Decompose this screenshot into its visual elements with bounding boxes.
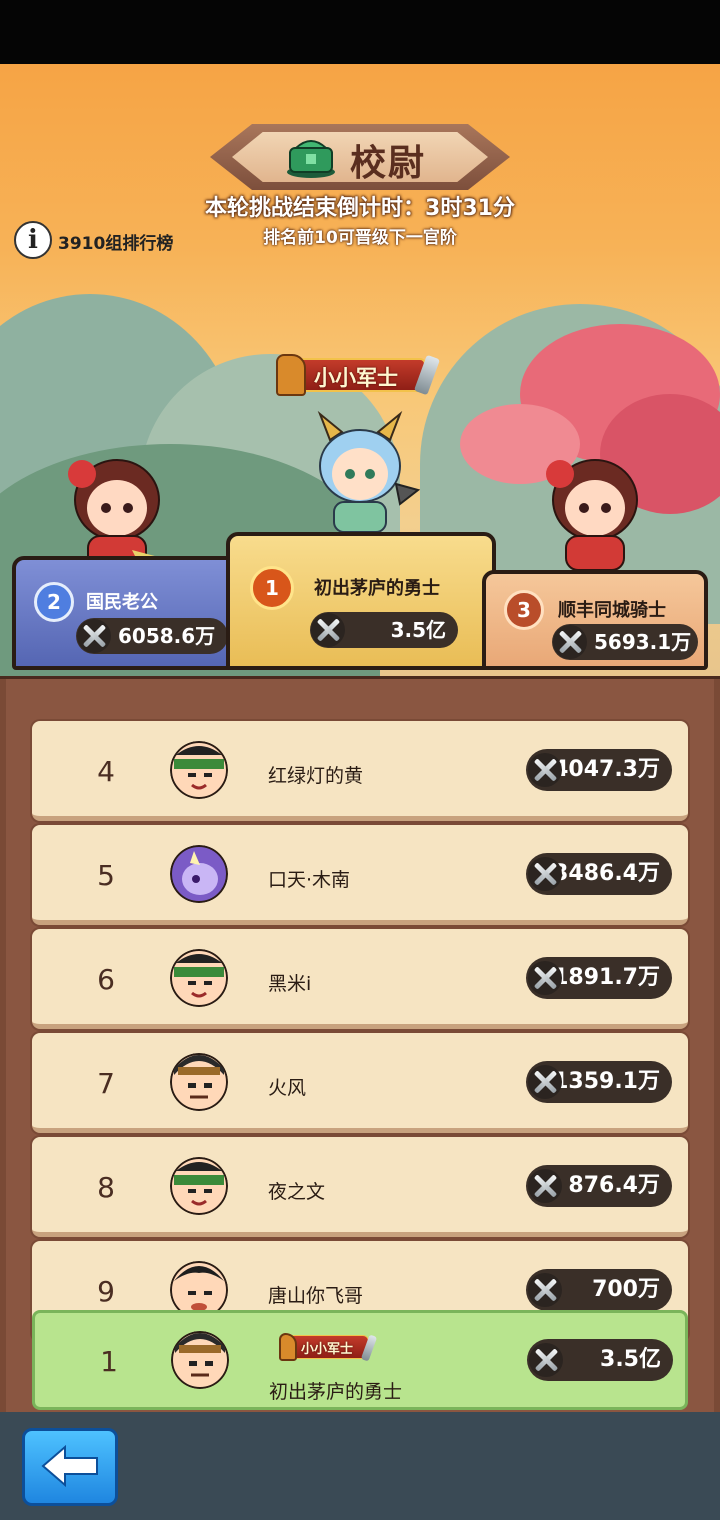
third-place-power: 5693.1万 bbox=[594, 630, 692, 654]
first-place-podium[interactable]: 1 初出茅庐的勇士 3.5亿 bbox=[226, 532, 496, 670]
row-power-pill: 876.4万 bbox=[526, 1165, 672, 1207]
second-place-podium[interactable]: 2 国民老公 6058.6万 bbox=[12, 556, 240, 670]
third-place-podium[interactable]: 3 顺丰同城骑士 5693.1万 bbox=[482, 570, 708, 670]
row-power: 700万 bbox=[592, 1277, 660, 1302]
crossed-swords-icon bbox=[528, 753, 562, 787]
crossed-swords-icon bbox=[77, 619, 111, 653]
ranking-row[interactable]: 4 红绿灯的黄 4047.3万 bbox=[32, 721, 688, 821]
ranking-row[interactable]: 7 火风 1359.1万 bbox=[32, 1033, 688, 1133]
row-player-name: 口天·木南 bbox=[268, 869, 351, 891]
crossed-swords-icon bbox=[528, 1065, 562, 1099]
row-power-pill: 4047.3万 bbox=[526, 749, 672, 791]
second-place-medal: 2 bbox=[34, 582, 74, 622]
row-power: 876.4万 bbox=[568, 1173, 660, 1198]
crossed-swords-icon bbox=[553, 625, 587, 659]
crossed-swords-icon bbox=[529, 1343, 563, 1377]
row-power-pill: 1359.1万 bbox=[526, 1061, 672, 1103]
crossed-swords-icon bbox=[528, 857, 562, 891]
my-ranking-row[interactable]: 1 小小军士 初出茅庐的勇士 3.5亿 bbox=[32, 1310, 688, 1410]
row-rank: 5 bbox=[97, 859, 115, 892]
row-rank: 6 bbox=[97, 963, 115, 996]
my-title-text: 小小军士 bbox=[300, 1342, 353, 1357]
back-arrow-icon bbox=[41, 1444, 98, 1488]
row-power: 3486.4万 bbox=[553, 861, 660, 886]
ranking-row[interactable]: 8 夜之文 876.4万 bbox=[32, 1137, 688, 1237]
row-power-pill: 3486.4万 bbox=[526, 853, 672, 895]
status-bar bbox=[0, 0, 720, 64]
crossed-swords-icon bbox=[528, 961, 562, 995]
crossed-swords-icon bbox=[528, 1273, 562, 1307]
row-rank: 4 bbox=[97, 755, 115, 788]
my-avatar[interactable] bbox=[171, 1331, 229, 1389]
rank-title: 校尉 bbox=[350, 143, 427, 184]
first-place-title-text: 小小军士 bbox=[314, 366, 398, 390]
my-player-name: 初出茅庐的勇士 bbox=[269, 1381, 403, 1403]
row-power: 4047.3万 bbox=[553, 757, 660, 782]
info-button[interactable]: i bbox=[14, 221, 52, 259]
back-button[interactable] bbox=[22, 1428, 118, 1506]
third-place-medal: 3 bbox=[504, 590, 544, 630]
row-player-name: 红绿灯的黄 bbox=[268, 765, 364, 787]
row-power: 1891.7万 bbox=[553, 965, 660, 990]
my-title-badge: 小小军士 bbox=[279, 1331, 378, 1362]
row-power: 1359.1万 bbox=[553, 1069, 660, 1094]
row-power-pill: 700万 bbox=[526, 1269, 672, 1311]
my-rank: 1 bbox=[100, 1345, 118, 1378]
ranking-row[interactable]: 5 口天·木南 3486.4万 bbox=[32, 825, 688, 925]
player-avatar[interactable] bbox=[170, 1157, 228, 1215]
second-place-power-pill: 6058.6万 bbox=[76, 618, 228, 654]
second-place-power: 6058.6万 bbox=[118, 624, 216, 648]
player-avatar[interactable] bbox=[170, 845, 228, 903]
first-place-character[interactable] bbox=[300, 410, 420, 536]
second-place-name: 国民老公 bbox=[86, 592, 158, 613]
jade-rank-icon bbox=[287, 140, 335, 178]
player-avatar[interactable] bbox=[170, 949, 228, 1007]
row-player-name: 唐山你飞哥 bbox=[268, 1285, 364, 1307]
first-place-power: 3.5亿 bbox=[390, 618, 446, 642]
first-place-name: 初出茅庐的勇士 bbox=[314, 578, 440, 599]
first-place-medal: 1 bbox=[250, 566, 294, 610]
my-power-pill: 3.5亿 bbox=[527, 1339, 673, 1381]
crossed-swords-icon bbox=[311, 613, 345, 647]
group-leaderboard-label: 3910组排行榜 bbox=[58, 234, 174, 254]
third-place-name: 顺丰同城骑士 bbox=[558, 600, 666, 621]
row-rank: 8 bbox=[97, 1171, 115, 1204]
row-player-name: 黑米i bbox=[268, 973, 312, 995]
ranking-list[interactable]: 4 红绿灯的黄 4047.3万 5 口天·木南 3486.4万 6 黑米i 18… bbox=[0, 676, 720, 1416]
third-place-power-pill: 5693.1万 bbox=[552, 624, 698, 660]
row-rank: 9 bbox=[97, 1275, 115, 1308]
player-avatar[interactable] bbox=[170, 1053, 228, 1111]
challenge-countdown: 本轮挑战结束倒计时：3时31分 bbox=[205, 196, 515, 221]
crossed-swords-icon bbox=[528, 1169, 562, 1203]
row-power-pill: 1891.7万 bbox=[526, 957, 672, 999]
player-avatar[interactable] bbox=[170, 741, 228, 799]
my-power: 3.5亿 bbox=[600, 1347, 661, 1372]
row-rank: 7 bbox=[97, 1067, 115, 1100]
third-place-character[interactable] bbox=[540, 450, 650, 574]
first-place-power-pill: 3.5亿 bbox=[310, 612, 458, 648]
first-place-title-badge: 小小军士 bbox=[276, 352, 441, 398]
row-player-name: 夜之文 bbox=[268, 1181, 326, 1203]
ranking-row[interactable]: 6 黑米i 1891.7万 bbox=[32, 929, 688, 1029]
row-player-name: 火风 bbox=[268, 1077, 307, 1099]
